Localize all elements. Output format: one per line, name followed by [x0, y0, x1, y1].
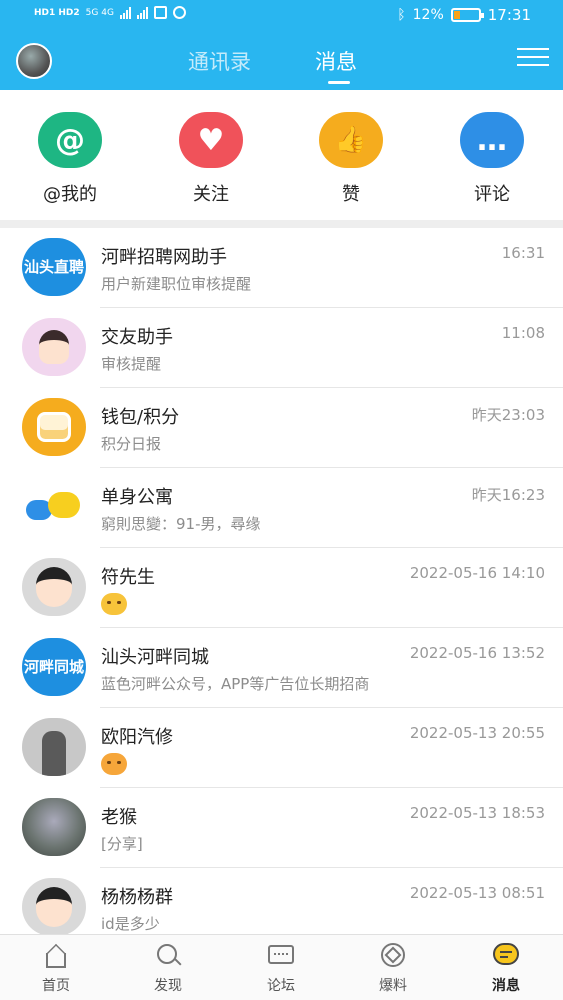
section-divider — [0, 220, 563, 228]
menu-lines-icon[interactable] — [517, 48, 549, 72]
conversation-time: 2022-05-16 14:10 — [409, 564, 545, 582]
nav-messages-label: 消息 — [492, 978, 520, 994]
conversation-preview: 蓝色河畔公众号，APP等广告位长期招商 — [101, 675, 370, 693]
conversation-name: 杨杨杨群 — [101, 887, 173, 908]
home-icon — [41, 943, 71, 969]
message-list: 汕头直聘 河畔招聘网助手 16:31 用户新建职位审核提醒 交友助手 11:08… — [0, 228, 563, 948]
conversation-preview: 用户新建职位审核提醒 — [101, 275, 252, 293]
list-item[interactable]: 老猴 2022-05-13 18:53 [分享] — [0, 788, 563, 868]
conversation-preview: 窮則思變：91-男，尋缘 — [101, 515, 261, 533]
at-icon: @ — [38, 112, 102, 168]
nav-home-label: 首页 — [42, 978, 70, 994]
nav-news[interactable]: 爆料 — [348, 943, 438, 995]
status-bar: HD1 HD2 5G 4G ᛒ 12% 17:31 — [0, 0, 563, 32]
nav-forum[interactable]: 论坛 — [236, 943, 326, 995]
action-likes[interactable]: 👍 赞 — [301, 112, 401, 206]
avatar: 河畔同城 — [22, 638, 86, 696]
signal-icon-2 — [136, 6, 148, 19]
conversation-time: 2022-05-13 08:51 — [409, 884, 545, 902]
status-time: 17:31 — [487, 6, 531, 24]
avatar — [22, 878, 86, 936]
list-item[interactable]: 河畔同城 汕头河畔同城 2022-05-16 13:52 蓝色河畔公众号，APP… — [0, 628, 563, 708]
nav-discover[interactable]: 发现 — [123, 943, 213, 995]
conversation-preview: 积分日报 — [101, 435, 162, 453]
conversation-time: 16:31 — [501, 244, 545, 262]
action-likes-label: 赞 — [342, 184, 360, 205]
conversation-name: 单身公寓 — [101, 487, 173, 508]
action-follow[interactable]: ♥ 关注 — [161, 112, 261, 206]
coins-icon — [22, 398, 86, 456]
explore-icon — [378, 943, 408, 969]
battery-level — [453, 11, 460, 19]
nav-news-label: 爆料 — [379, 978, 407, 994]
quick-actions: @ @我的 ♥ 关注 👍 赞 … 评论 — [0, 90, 563, 220]
emoji-preview — [101, 753, 127, 779]
conversation-name: 交友助手 — [101, 327, 173, 348]
conversation-time: 昨天23:03 — [471, 406, 545, 424]
list-item[interactable]: 钱包/积分 昨天23:03 积分日报 — [0, 388, 563, 468]
forum-icon — [266, 943, 296, 969]
conversation-time: 昨天16:23 — [471, 486, 545, 504]
nav-home[interactable]: 首页 — [11, 943, 101, 995]
emoji-preview — [101, 593, 127, 619]
thumbs-up-icon: 👍 — [319, 112, 383, 168]
signal-icon — [119, 6, 131, 19]
list-item[interactable]: 符先生 2022-05-16 14:10 — [0, 548, 563, 628]
conversation-time: 2022-05-13 18:53 — [409, 804, 545, 822]
tab-active-indicator — [328, 81, 350, 84]
list-item[interactable]: 欧阳汽修 2022-05-13 20:55 — [0, 708, 563, 788]
battery-percent: 12% — [412, 7, 444, 23]
action-mentions[interactable]: @ @我的 — [20, 112, 120, 206]
avatar: 汕头直聘 — [22, 238, 86, 296]
chat-bubbles-icon — [22, 478, 86, 536]
battery-icon — [450, 8, 484, 22]
conversation-name: 汕头河畔同城 — [101, 647, 209, 668]
user-avatar[interactable] — [16, 43, 52, 79]
search-icon — [153, 943, 183, 969]
heart-plus-icon: ♥ — [179, 112, 243, 168]
action-mentions-label: @我的 — [43, 184, 97, 205]
conversation-name: 符先生 — [101, 567, 155, 588]
list-item[interactable]: 交友助手 11:08 审核提醒 — [0, 308, 563, 388]
conversation-name: 河畔招聘网助手 — [101, 247, 227, 268]
nav-discover-label: 发现 — [154, 978, 182, 994]
avatar — [22, 718, 86, 776]
conversation-preview: id是多少 — [101, 915, 160, 933]
conversation-preview: [分享] — [101, 835, 143, 853]
avatar — [22, 318, 86, 376]
conversation-time: 2022-05-13 20:55 — [409, 724, 545, 742]
header-bar: HD1 HD2 5G 4G ᛒ 12% 17:31 通讯录 消息 — [0, 0, 563, 90]
comment-icon: … — [460, 112, 524, 168]
network-label: 5G 4G — [85, 7, 114, 18]
conversation-time: 2022-05-16 13:52 — [409, 644, 545, 662]
action-comments[interactable]: … 评论 — [442, 112, 542, 206]
tab-messages[interactable]: 消息 — [315, 46, 357, 76]
bluetooth-icon: ᛒ — [397, 7, 406, 23]
action-comments-label: 评论 — [474, 184, 510, 205]
nav-forum-label: 论坛 — [267, 978, 295, 994]
bottom-nav: 首页 发现 论坛 爆料 消息 — [0, 934, 563, 1000]
conversation-name: 钱包/积分 — [101, 407, 180, 428]
status-right: ᛒ 12% 17:31 — [397, 6, 531, 24]
tab-contacts[interactable]: 通讯录 — [188, 46, 251, 76]
conversation-preview: 审核提醒 — [101, 355, 162, 373]
nfc-icon — [153, 6, 167, 19]
list-item[interactable]: 单身公寓 昨天16:23 窮則思變：91-男，尋缘 — [0, 468, 563, 548]
list-item[interactable]: 汕头直聘 河畔招聘网助手 16:31 用户新建职位审核提醒 — [0, 228, 563, 308]
alarm-icon — [172, 6, 186, 19]
message-icon — [491, 943, 521, 969]
avatar — [22, 798, 86, 856]
conversation-name: 老猴 — [101, 807, 137, 828]
conversation-time: 11:08 — [501, 324, 545, 342]
nav-messages[interactable]: 消息 — [461, 943, 551, 995]
sim-labels: HD1 HD2 — [34, 7, 80, 18]
action-follow-label: 关注 — [193, 184, 229, 205]
smile-emoji-icon — [101, 593, 127, 615]
conversation-name: 欧阳汽修 — [101, 727, 173, 748]
app-root: HD1 HD2 5G 4G ᛒ 12% 17:31 通讯录 消息 @ @我的 ♥… — [0, 0, 563, 1000]
avatar — [22, 558, 86, 616]
status-left: HD1 HD2 5G 4G — [34, 6, 186, 19]
tongue-emoji-icon — [101, 753, 127, 775]
